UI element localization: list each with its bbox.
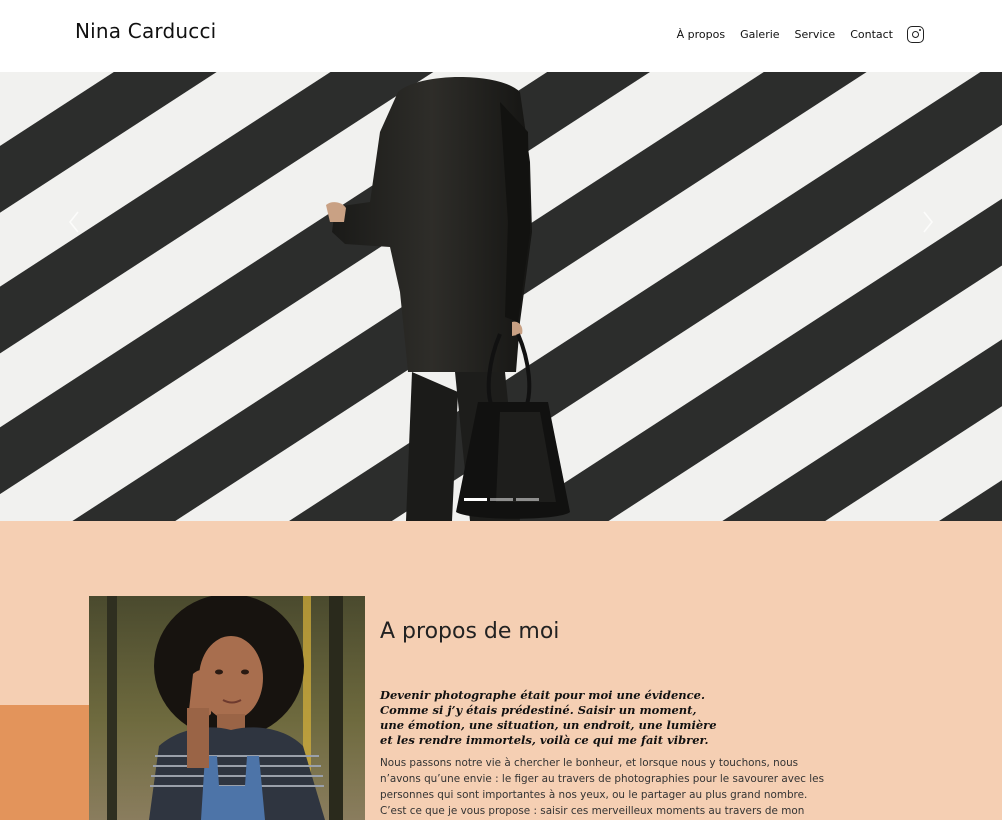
carousel-indicator-2[interactable] bbox=[490, 498, 513, 501]
carousel-indicator-1[interactable] bbox=[464, 498, 487, 501]
nav-link-contact[interactable]: Contact bbox=[850, 27, 893, 43]
about-text: Nous passons notre vie à chercher le bon… bbox=[380, 757, 824, 817]
nav-link-gallery[interactable]: Galerie bbox=[740, 27, 779, 43]
carousel-next-button[interactable] bbox=[918, 208, 938, 236]
nav-link-service[interactable]: Service bbox=[795, 27, 836, 43]
chevron-left-icon bbox=[68, 211, 79, 233]
main-nav: À propos Galerie Service Contact bbox=[677, 26, 924, 43]
about-quote: Devenir photographe était pour moi une é… bbox=[380, 688, 717, 747]
instagram-icon[interactable] bbox=[907, 26, 924, 43]
hero-carousel bbox=[0, 72, 1002, 521]
carousel-indicators bbox=[464, 498, 542, 501]
instagram-icon-lens bbox=[911, 30, 919, 38]
nav-link-about[interactable]: À propos bbox=[677, 27, 725, 43]
site-brand[interactable]: Nina Carducci bbox=[75, 19, 216, 43]
hero-image bbox=[0, 72, 1002, 521]
instagram-icon-dot bbox=[919, 29, 921, 31]
portrait-photo bbox=[89, 596, 365, 820]
chevron-right-icon bbox=[923, 211, 934, 233]
site-header: Nina Carducci À propos Galerie Service C… bbox=[0, 0, 1002, 72]
accent-block bbox=[0, 705, 89, 820]
about-section: A propos de moi Devenir photographe étai… bbox=[0, 521, 1002, 820]
carousel-prev-button[interactable] bbox=[64, 208, 84, 236]
carousel-indicator-3[interactable] bbox=[516, 498, 539, 501]
about-title: A propos de moi bbox=[380, 619, 560, 644]
portrait-image bbox=[89, 596, 365, 820]
